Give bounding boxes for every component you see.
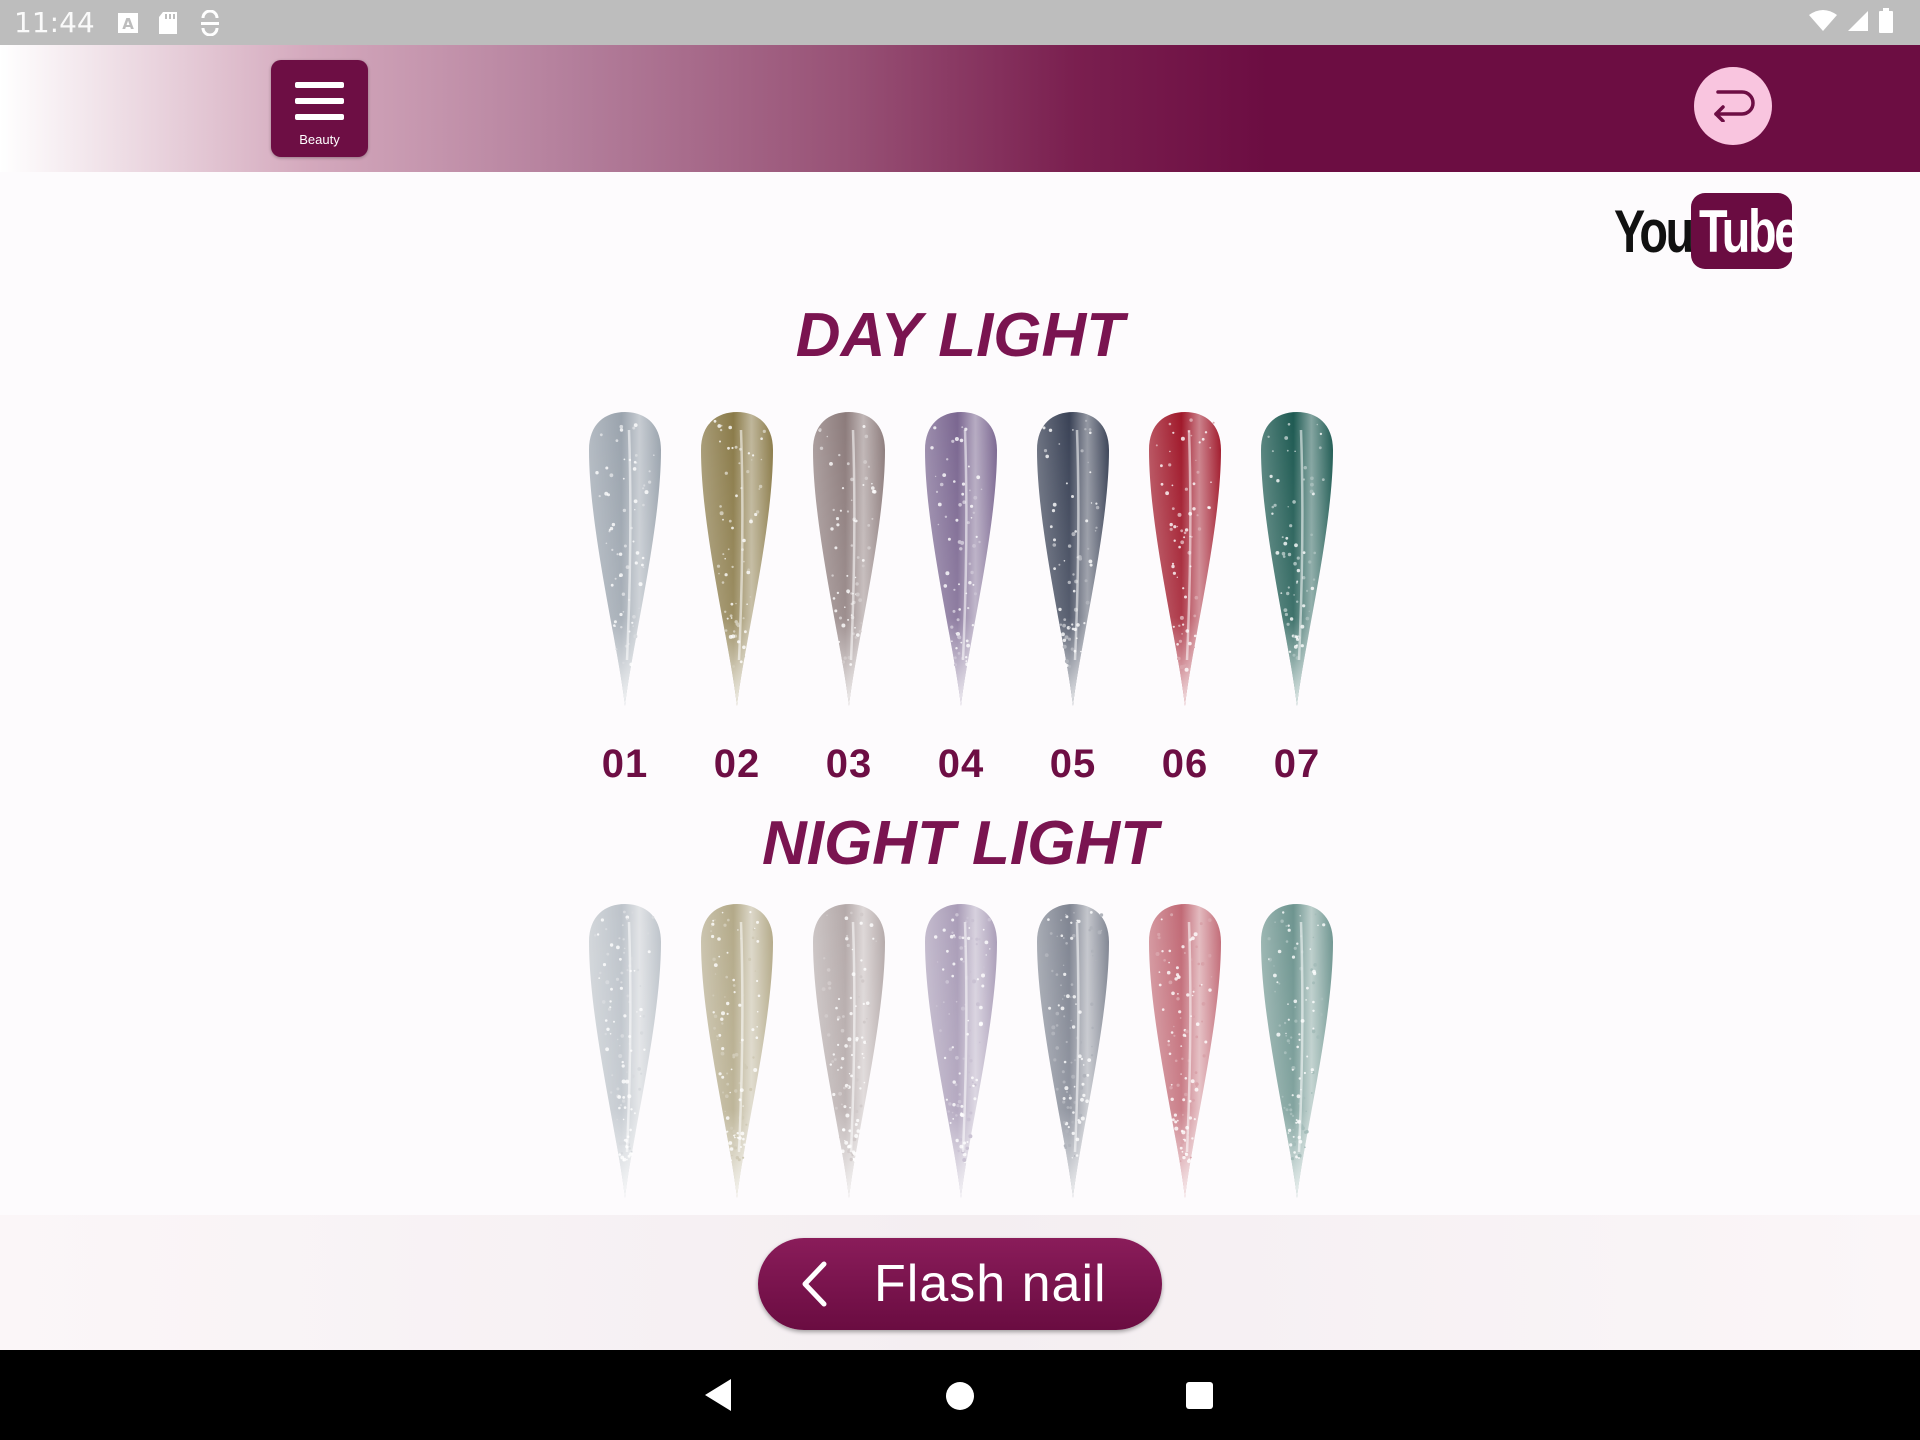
circle-home-icon[interactable] xyxy=(946,1382,974,1410)
nail-number-04: 04 xyxy=(937,742,985,786)
night-nail-swatch-01[interactable] xyxy=(585,902,665,1205)
day-nail-swatch-03[interactable] xyxy=(809,410,889,713)
day-nail-swatch-05[interactable] xyxy=(1033,410,1113,713)
night-nail-swatch-03[interactable] xyxy=(809,902,889,1205)
day-nail-swatch-01[interactable] xyxy=(585,410,665,713)
svg-text:A: A xyxy=(122,15,134,33)
return-button[interactable] xyxy=(1694,67,1772,145)
day-nail-swatch-06[interactable] xyxy=(1145,410,1225,713)
youtube-logo[interactable]: You Tube xyxy=(1614,190,1800,272)
youtube-you: You xyxy=(1614,197,1694,265)
nail-number-03: 03 xyxy=(825,742,873,786)
menu-label: Beauty xyxy=(299,132,340,147)
nail-number-05: 05 xyxy=(1049,742,1097,786)
nail-number-01: 01 xyxy=(601,742,649,786)
night-light-heading: NIGHT LIGHT xyxy=(761,809,1159,878)
square-recents-icon[interactable] xyxy=(1186,1382,1213,1409)
day-nail-swatch-04[interactable] xyxy=(921,410,1001,713)
signal-icon xyxy=(1846,9,1870,38)
night-nail-swatch-06[interactable] xyxy=(1145,902,1225,1205)
day-nail-swatch-07[interactable] xyxy=(1257,410,1337,713)
return-arrow-icon xyxy=(1708,86,1758,127)
flash-nail-label: Flash nail xyxy=(874,1255,1107,1313)
day-light-heading: DAY LIGHT xyxy=(795,301,1125,370)
nail-number-07: 07 xyxy=(1273,742,1321,786)
nail-number-06: 06 xyxy=(1161,742,1209,786)
night-nail-swatch-04[interactable] xyxy=(921,902,1001,1205)
youtube-tube: Tube xyxy=(1699,197,1800,265)
status-time: 11:44 xyxy=(14,6,95,39)
sync-icon xyxy=(199,9,221,36)
battery-icon xyxy=(1878,8,1894,39)
app-header: Beauty xyxy=(0,45,1920,172)
day-nail-swatch-02[interactable] xyxy=(697,410,777,713)
font-icon: A xyxy=(117,12,139,34)
youtube-tube-box: Tube xyxy=(1691,193,1800,269)
menu-button[interactable]: Beauty xyxy=(271,60,368,157)
night-nail-swatch-02[interactable] xyxy=(697,902,777,1205)
system-nav-bar xyxy=(0,1350,1920,1440)
triangle-back-icon[interactable] xyxy=(703,1377,733,1418)
night-nail-swatch-07[interactable] xyxy=(1257,902,1337,1205)
status-bar: 11:44 A xyxy=(0,0,1920,45)
night-nail-swatch-05[interactable] xyxy=(1033,902,1113,1205)
sd-card-icon xyxy=(157,11,179,35)
nail-number-02: 02 xyxy=(713,742,761,786)
flash-nail-button[interactable]: Flash nail xyxy=(758,1238,1162,1330)
chevron-left-icon xyxy=(800,1261,828,1307)
wifi-icon xyxy=(1808,9,1838,38)
